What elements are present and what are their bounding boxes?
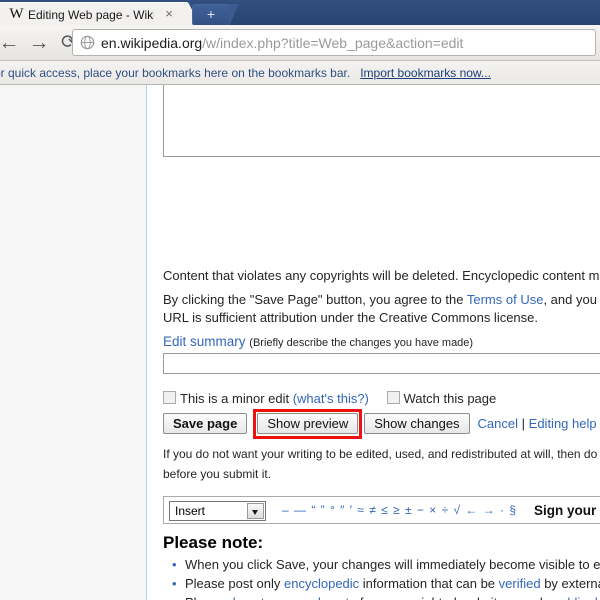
symbol-palette[interactable]: – — “ ” ° ″ ′ ≈ ≠ ≤ ≥ ± − × ÷ √ ← → · § (282, 501, 517, 520)
copy-paste-link[interactable]: do not copy and paste (228, 595, 356, 600)
show-changes-button[interactable]: Show changes (364, 413, 470, 434)
forward-arrow-icon[interactable]: → (26, 31, 52, 55)
list-item: Please do not copy and paste from copyri… (163, 593, 600, 600)
note-3-mid: from copyrighted websites – only (356, 595, 553, 600)
editing-help-link[interactable]: Editing help (529, 416, 597, 431)
chevron-down-icon[interactable] (247, 503, 264, 519)
note-1-text: When you click Save, your changes will i… (185, 557, 600, 572)
cancel-link[interactable]: Cancel (478, 416, 518, 431)
save-page-button[interactable]: Save page (163, 413, 248, 434)
wikipedia-w-icon: W (9, 6, 24, 22)
edit-options-row: This is a minor edit (what's this?) Watc… (163, 390, 496, 408)
note-2-post: by externa (540, 576, 600, 591)
edit-summary-hint: (Briefly describe the changes you have m… (249, 337, 474, 349)
edit-summary-link[interactable]: Edit summary (163, 334, 246, 349)
verified-link[interactable]: verified (499, 576, 541, 591)
bookmarks-bar: or quick access, place your bookmarks he… (0, 61, 600, 85)
edit-form: Content that violates any copyrights wil… (148, 85, 600, 600)
minor-edit-help-link[interactable]: (what's this?) (293, 391, 369, 406)
close-icon[interactable]: × (162, 7, 176, 21)
page-viewport: Content that violates any copyrights wil… (0, 85, 600, 600)
wiki-sidebar (0, 85, 147, 600)
url-domain: en.wikipedia.org (101, 35, 203, 51)
please-note-heading: Please note: (163, 533, 264, 552)
back-arrow-icon[interactable]: ← (0, 31, 22, 55)
sign-your-posts-link[interactable]: Sign your p (534, 501, 600, 520)
list-item: When you click Save, your changes will i… (163, 555, 600, 574)
edit-summary-input[interactable] (163, 353, 600, 374)
terms-line-1: By clicking the "Save Page" button, you … (163, 291, 597, 308)
wikitext-textarea[interactable] (163, 85, 600, 157)
terms-line-2: URL is sufficient attribution under the … (163, 310, 539, 325)
edit-summary-label-row: Edit summary (Briefly describe the chang… (163, 333, 473, 352)
show-preview-highlight: Show preview (253, 409, 363, 439)
tab-title: Editing Web page - Wikiped (28, 8, 154, 22)
edit-links: Cancel | Editing help (o (478, 413, 600, 435)
address-bar[interactable]: en.wikipedia.org/w/index.php?title=Web_p… (72, 29, 596, 56)
terms-post-text: , and you (543, 292, 597, 307)
navigation-toolbar: ← → ⟳ en.wikipedia.org/w/index.php?title… (0, 25, 600, 61)
url-path: /w/index.php?title=Web_page&action=edit (202, 35, 464, 51)
list-item: Please post only encyclopedic informatio… (163, 574, 600, 593)
please-note-list: When you click Save, your changes will i… (163, 555, 600, 600)
edit-action-buttons: Save page Show preview Show changes Cancel … (163, 409, 600, 439)
bookmarks-hint-text: or quick access, place your bookmarks he… (0, 66, 351, 80)
address-bar-text: en.wikipedia.org/w/index.php?title=Web_p… (101, 34, 591, 53)
note-2-pre: Please post only (185, 576, 285, 591)
bookmarks-hint: or quick access, place your bookmarks he… (0, 65, 491, 81)
show-preview-button[interactable]: Show preview (257, 413, 359, 434)
warning-line-1: If you do not want your writing to be ed… (163, 447, 600, 461)
watch-page-label: Watch this page (403, 391, 497, 406)
encyclopedic-link[interactable]: encyclopedic (284, 576, 359, 591)
watch-page-checkbox[interactable] (386, 391, 400, 404)
public-domain-link[interactable]: public d (553, 595, 598, 600)
tab-strip: W Editing Web page - Wikiped × + (0, 0, 600, 25)
terms-of-use-link[interactable]: Terms of Use (467, 292, 544, 307)
note-2-mid: information that can be (359, 576, 499, 591)
link-separator: | (521, 416, 526, 431)
insert-dropdown[interactable]: Insert (169, 501, 266, 521)
minor-edit-checkbox[interactable] (163, 391, 176, 404)
tab-editing-web-page[interactable]: W Editing Web page - Wikiped × (0, 2, 201, 25)
browser-window: W Editing Web page - Wikiped × + ← → ⟳ e… (0, 0, 600, 600)
terms-pre-text: By clicking the "Save Page" button, you … (163, 292, 467, 307)
insert-dropdown-value: Insert (175, 504, 206, 518)
new-tab-button[interactable]: + (192, 4, 239, 25)
import-bookmarks-link[interactable]: Import bookmarks now... (360, 66, 491, 80)
globe-icon (80, 35, 95, 50)
special-chars-toolbar: Insert – — “ ” ° ″ ′ ≈ ≠ ≤ ≥ ± − × ÷ √ ←… (163, 496, 600, 524)
minor-edit-label: This is a minor edit (180, 391, 290, 406)
note-3-pre: Please (185, 595, 228, 600)
warning-line-2: before you submit it. (163, 467, 272, 481)
copyright-notice: Content that violates any copyrights wil… (163, 268, 600, 283)
